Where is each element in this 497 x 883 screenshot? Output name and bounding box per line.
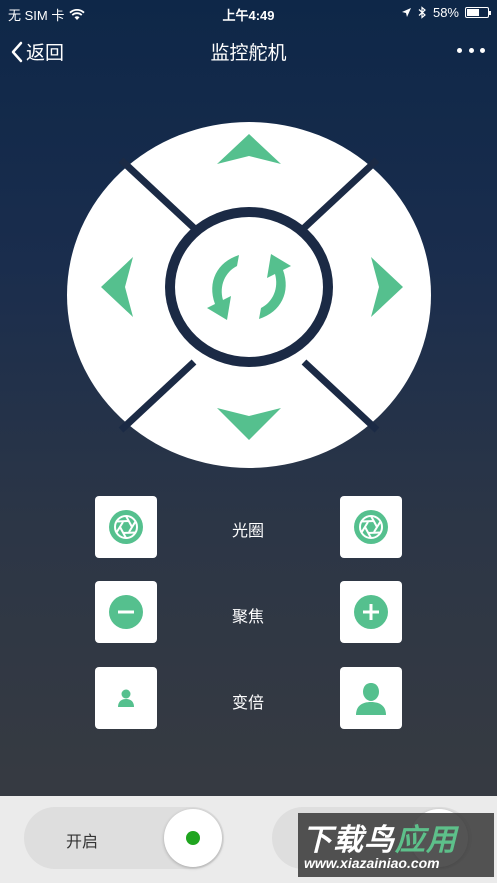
plus-circle-icon bbox=[354, 595, 388, 629]
watermark-text-a: 下载鸟 bbox=[302, 824, 395, 857]
status-right: 58% bbox=[401, 5, 491, 20]
minus-circle-icon bbox=[109, 595, 143, 629]
watermark-url: www.xiazainiao.com bbox=[304, 855, 440, 871]
toggle-label: 开启 bbox=[66, 834, 99, 851]
more-dot-icon bbox=[457, 47, 462, 53]
person-large-icon bbox=[356, 683, 386, 715]
status-dot-icon bbox=[186, 831, 200, 845]
power-toggle[interactable]: 开启 bbox=[24, 807, 224, 869]
more-options-button[interactable] bbox=[457, 40, 485, 60]
page-title: 监控舵机 bbox=[210, 43, 287, 64]
focus-minus-button[interactable] bbox=[95, 581, 157, 643]
battery-fill bbox=[467, 9, 479, 16]
zoom-in-button[interactable] bbox=[340, 667, 402, 729]
focus-plus-button[interactable] bbox=[340, 581, 402, 643]
aperture-icon bbox=[109, 510, 143, 544]
zoom-out-button[interactable] bbox=[95, 667, 157, 729]
watermark-text-b: 应用 bbox=[395, 824, 457, 857]
zoom-label: 变倍 bbox=[231, 695, 264, 712]
aperture-close-button[interactable] bbox=[95, 496, 157, 558]
toggle-knob bbox=[164, 809, 222, 867]
aperture-label: 光圈 bbox=[231, 523, 264, 540]
person-small-icon bbox=[118, 689, 134, 707]
aperture-icon bbox=[354, 510, 388, 544]
battery-percent: 58% bbox=[432, 5, 459, 20]
watermark-title: 下载鸟应用 bbox=[302, 815, 457, 859]
more-dot-icon bbox=[480, 47, 485, 53]
nav-bar: 返回 监控舵机 bbox=[0, 26, 497, 78]
location-arrow-icon bbox=[401, 8, 411, 17]
battery-icon bbox=[465, 7, 491, 18]
bluetooth-icon bbox=[418, 6, 426, 19]
more-dot-icon bbox=[468, 47, 474, 53]
direction-pad bbox=[67, 122, 431, 468]
aperture-open-button[interactable] bbox=[340, 496, 402, 558]
focus-label: 聚焦 bbox=[231, 609, 264, 626]
center-rotate-button[interactable] bbox=[165, 207, 333, 367]
status-bar: 无 SIM 卡 上午4:49 58% bbox=[0, 0, 497, 26]
watermark: 下载鸟应用 www.xiazainiao.com bbox=[298, 813, 494, 877]
